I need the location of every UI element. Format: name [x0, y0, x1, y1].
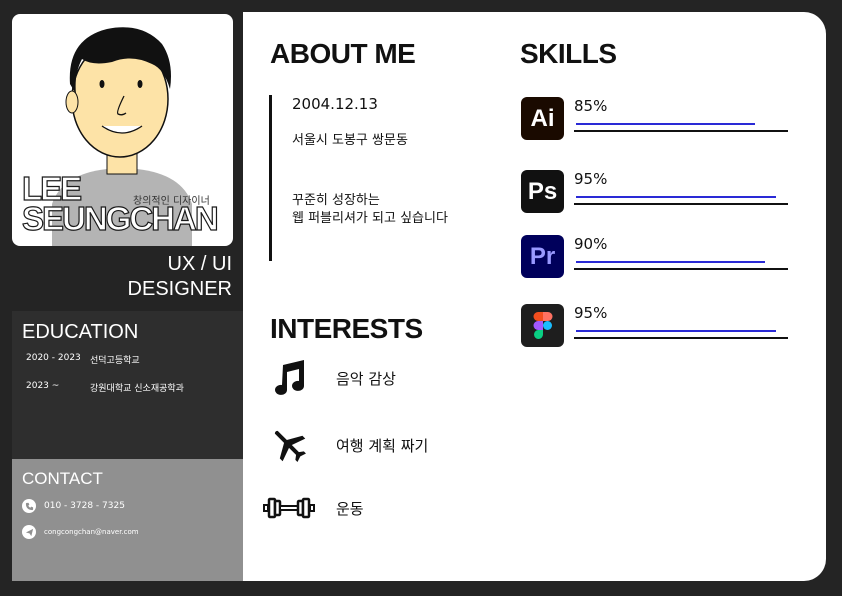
skill-bar-fill — [576, 123, 755, 125]
figma-icon — [521, 304, 564, 347]
airplane-icon — [263, 425, 315, 465]
interest-label: 음악 감상 — [336, 369, 396, 388]
skill-bar-track — [574, 268, 788, 270]
dumbbell-icon — [263, 488, 315, 528]
contact-section: CONTACT 010 - 3728 - 7325 congcongchan@n… — [12, 459, 243, 581]
skill-percent: 95% — [574, 304, 608, 322]
education-years: 2020 - 2023 — [26, 353, 81, 363]
education-title: EDUCATION — [22, 321, 139, 343]
contact-phone: 010 - 3728 - 7325 — [22, 499, 125, 513]
goal-line-1: 꾸준히 성장하는 — [292, 193, 380, 208]
skill-bar-fill — [576, 261, 765, 263]
skill-item: 95% — [521, 304, 791, 348]
phone-number: 010 - 3728 - 7325 — [44, 501, 125, 511]
main-panel: ABOUT ME 2004.12.13 서울시 도봉구 쌍문동 꾸준히 성장하는… — [243, 12, 826, 581]
skill-bar-track — [574, 203, 788, 205]
photoshop-icon: Ps — [521, 170, 564, 213]
skill-item: Pr 90% — [521, 235, 791, 279]
phone-icon — [22, 499, 36, 513]
skill-percent: 85% — [574, 97, 608, 115]
education-school: 선덕고등학교 — [90, 356, 140, 366]
goal-line-2: 웹 퍼블리셔가 되고 싶습니다 — [292, 211, 448, 226]
music-note-icon — [263, 358, 315, 398]
illustrator-icon: Ai — [521, 97, 564, 140]
skill-bar-fill — [576, 196, 776, 198]
education-item: 2020 - 2023 선덕고등학교 — [26, 353, 140, 366]
address: 서울시 도봉구 쌍문동 — [292, 133, 408, 148]
interest-label: 여행 계획 짜기 — [336, 436, 429, 455]
role-line-1: UX / UI — [167, 253, 232, 275]
birth-date: 2004.12.13 — [292, 95, 378, 113]
premiere-icon: Pr — [521, 235, 564, 278]
about-divider — [269, 95, 272, 261]
profile-photo-card: LEE SEUNGCHAN 창의적인 디자이너 — [12, 14, 233, 246]
contact-title: CONTACT — [22, 469, 103, 488]
skill-percent: 95% — [574, 170, 608, 188]
skill-bar-fill — [576, 330, 776, 332]
skill-bar-track — [574, 337, 788, 339]
education-section: EDUCATION 2020 - 2023 선덕고등학교 2023 ~ 강원대학… — [12, 311, 243, 459]
contact-email: congcongchan@naver.com — [22, 525, 139, 539]
skill-percent: 90% — [574, 235, 608, 253]
about-title: ABOUT ME — [270, 38, 416, 69]
send-icon — [22, 525, 36, 539]
email-address: congcongchan@naver.com — [44, 528, 139, 536]
sidebar: LEE SEUNGCHAN 창의적인 디자이너 UX / UI DESIGNER… — [0, 0, 243, 596]
job-title: UX / UI DESIGNER — [128, 252, 232, 302]
skill-item: Ps 95% — [521, 170, 791, 214]
skill-item: Ai 85% — [521, 97, 791, 141]
interest-item: 음악 감상 — [263, 358, 396, 398]
education-item: 2023 ~ 강원대학교 신소재공학과 — [26, 381, 184, 394]
first-name: SEUNGCHAN — [21, 200, 219, 237]
interest-item: 운동 — [263, 488, 364, 528]
education-school: 강원대학교 신소재공학과 — [90, 384, 184, 394]
interest-label: 운동 — [336, 499, 364, 518]
skill-bar-track — [574, 130, 788, 132]
role-line-2: DESIGNER — [127, 278, 232, 300]
tagline: 창의적인 디자이너 — [133, 196, 210, 207]
interests-title: INTERESTS — [270, 313, 423, 344]
education-years: 2023 ~ — [26, 381, 60, 391]
interest-item: 여행 계획 짜기 — [263, 425, 428, 465]
skills-title: SKILLS — [520, 38, 617, 69]
